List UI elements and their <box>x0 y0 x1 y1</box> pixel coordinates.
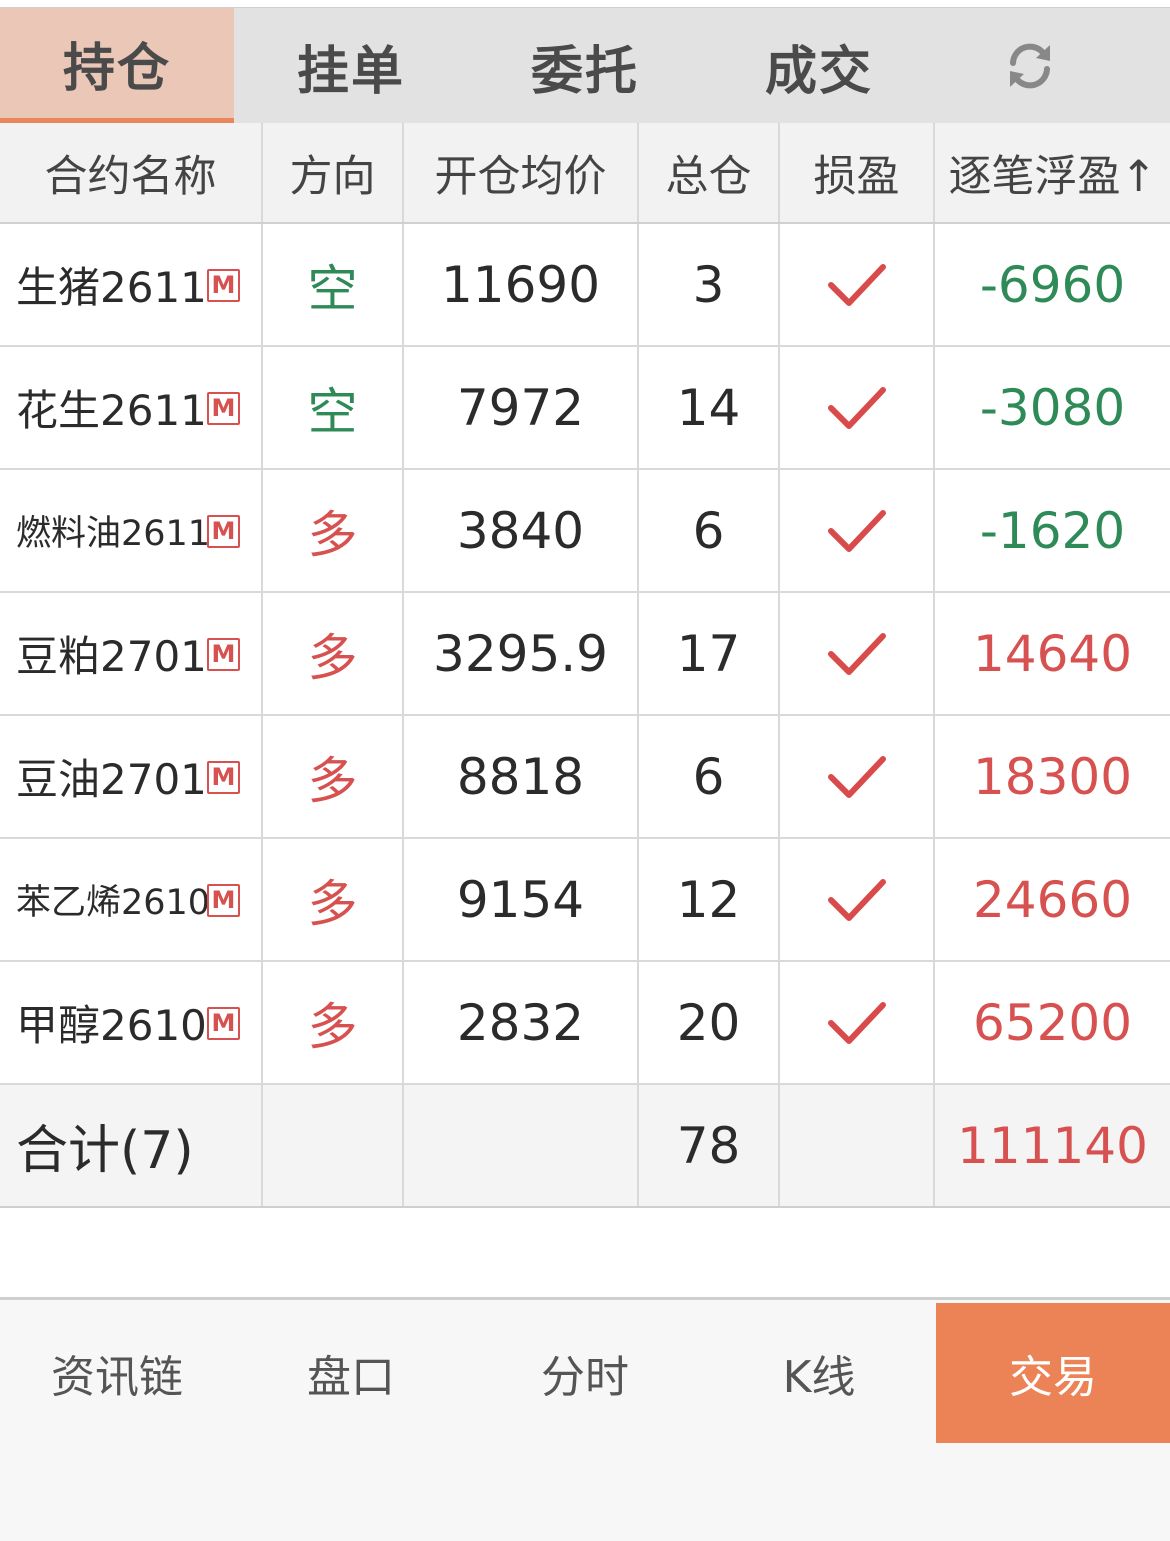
contract-name: 燃料油2611 <box>16 514 211 554</box>
avg-open-price: 3840 <box>456 501 585 560</box>
column-header[interactable]: 合约名称 <box>0 123 263 222</box>
column-header[interactable]: 总仓 <box>639 123 780 222</box>
market-badge-icon: M <box>207 637 240 671</box>
float-pl: 65200 <box>972 993 1133 1052</box>
avg-open-price: 2832 <box>456 993 585 1052</box>
contract-name: 生猪2611 <box>16 263 207 312</box>
pl-toggle[interactable] <box>780 224 935 345</box>
table-row[interactable]: 豆粕2701 M 多 3295.9 17 14640 <box>0 593 1170 716</box>
column-header-sorted[interactable]: 逐笔浮盈↑ <box>935 123 1170 222</box>
market-badge-icon: M <box>207 760 240 794</box>
contract-name: 苯乙烯2610 <box>16 883 211 923</box>
float-pl: 18300 <box>972 747 1133 806</box>
total-position: 3 <box>692 255 725 314</box>
table-row[interactable]: 苯乙烯2610 M 多 9154 12 24660 <box>0 839 1170 962</box>
tab-orders[interactable]: 委托 <box>468 8 702 124</box>
market-badge-icon: M <box>207 883 240 917</box>
column-header[interactable]: 损盈 <box>780 123 935 222</box>
check-icon <box>827 878 886 921</box>
positions-table: 合约名称 方向 开仓均价 总仓 损盈 逐笔浮盈↑ 生猪2611 M 空 11690 3-… <box>0 123 1170 1208</box>
total-position: 14 <box>676 378 741 437</box>
nav-news-chain[interactable]: 资讯链 <box>0 1303 234 1443</box>
contract-name: 豆粕2701 <box>16 632 207 681</box>
avg-open-price: 8818 <box>456 747 585 806</box>
float-pl: -3080 <box>979 378 1126 437</box>
tab-pending-orders[interactable]: 挂单 <box>234 8 468 124</box>
avg-open-price: 11690 <box>440 255 601 314</box>
column-header-label: 合约名称 <box>44 151 217 202</box>
table-row[interactable]: 燃料油2611 M 多 3840 6 -1620 <box>0 470 1170 593</box>
avg-open-price: 9154 <box>456 870 585 929</box>
pl-toggle[interactable] <box>780 716 935 837</box>
pl-toggle[interactable] <box>780 470 935 591</box>
nav-order-book[interactable]: 盘口 <box>234 1303 468 1443</box>
tab-bar: 持仓 挂单 委托 成交 <box>0 7 1170 124</box>
pl-toggle[interactable] <box>780 593 935 714</box>
float-pl: 24660 <box>972 870 1133 929</box>
table-row[interactable]: 豆油2701 M 多 8818 6 18300 <box>0 716 1170 839</box>
check-icon <box>827 632 886 675</box>
market-badge-icon: M <box>207 1006 240 1040</box>
total-position: 78 <box>676 1116 741 1175</box>
float-pl: -6960 <box>979 255 1126 314</box>
check-icon <box>827 509 886 552</box>
total-position: 6 <box>692 747 725 806</box>
nav-intraday[interactable]: 分时 <box>468 1303 702 1443</box>
check-icon <box>827 1001 886 1044</box>
direction: 空 <box>307 382 358 441</box>
refresh-button[interactable] <box>960 8 1100 124</box>
direction: 多 <box>307 751 358 810</box>
total-label: 合计(7) <box>16 1121 194 1181</box>
column-header[interactable]: 方向 <box>263 123 404 222</box>
pl-toggle[interactable] <box>780 347 935 468</box>
contract-name: 豆油2701 <box>16 755 207 804</box>
column-header-label: 逐笔浮盈↑ <box>948 151 1157 202</box>
direction: 空 <box>307 259 358 318</box>
tab-trades[interactable]: 成交 <box>702 8 936 124</box>
table-row[interactable]: 花生2611 M 空 7972 14 -3080 <box>0 347 1170 470</box>
total-position: 20 <box>676 993 741 1052</box>
column-header-label: 总仓 <box>665 151 752 202</box>
total-row: 合计(7) 78 111140 <box>0 1085 1170 1208</box>
direction: 多 <box>307 874 358 933</box>
bottom-nav: 资讯链 盘口 分时 K线 交易 <box>0 1297 1170 1541</box>
check-icon <box>827 755 886 798</box>
nav-trade[interactable]: 交易 <box>936 1303 1170 1443</box>
column-header[interactable]: 开仓均价 <box>404 123 639 222</box>
table-row[interactable]: 生猪2611 M 空 11690 3 -6960 <box>0 224 1170 347</box>
avg-open-price: 7972 <box>456 378 585 437</box>
avg-open-price: 3295.9 <box>433 624 608 683</box>
check-icon <box>827 386 886 429</box>
contract-name: 花生2611 <box>16 386 207 435</box>
float-pl: -1620 <box>979 501 1126 560</box>
direction: 多 <box>307 997 358 1056</box>
market-badge-icon: M <box>207 391 240 425</box>
refresh-icon <box>1010 43 1050 89</box>
total-position: 17 <box>676 624 741 683</box>
table-row[interactable]: 甲醇2610 M 多 2832 20 65200 <box>0 962 1170 1085</box>
pl-toggle[interactable] <box>780 839 935 960</box>
tab-positions[interactable]: 持仓 <box>0 8 234 124</box>
column-header-label: 损盈 <box>813 151 900 202</box>
pl-toggle[interactable] <box>780 962 935 1083</box>
check-icon <box>827 263 886 306</box>
nav-kline[interactable]: K线 <box>702 1303 936 1443</box>
total-position: 6 <box>692 501 725 560</box>
direction: 多 <box>307 505 358 564</box>
contract-name: 甲醇2610 <box>16 1001 207 1050</box>
float-pl: 14640 <box>972 624 1133 683</box>
column-header-label: 方向 <box>289 151 376 202</box>
market-badge-icon: M <box>207 268 240 302</box>
table-header: 合约名称 方向 开仓均价 总仓 损盈 逐笔浮盈↑ <box>0 123 1170 224</box>
direction: 多 <box>307 628 358 687</box>
column-header-label: 开仓均价 <box>434 151 607 202</box>
total-position: 12 <box>676 870 741 929</box>
market-badge-icon: M <box>207 514 240 548</box>
total-float-pl: 111140 <box>957 1116 1148 1175</box>
